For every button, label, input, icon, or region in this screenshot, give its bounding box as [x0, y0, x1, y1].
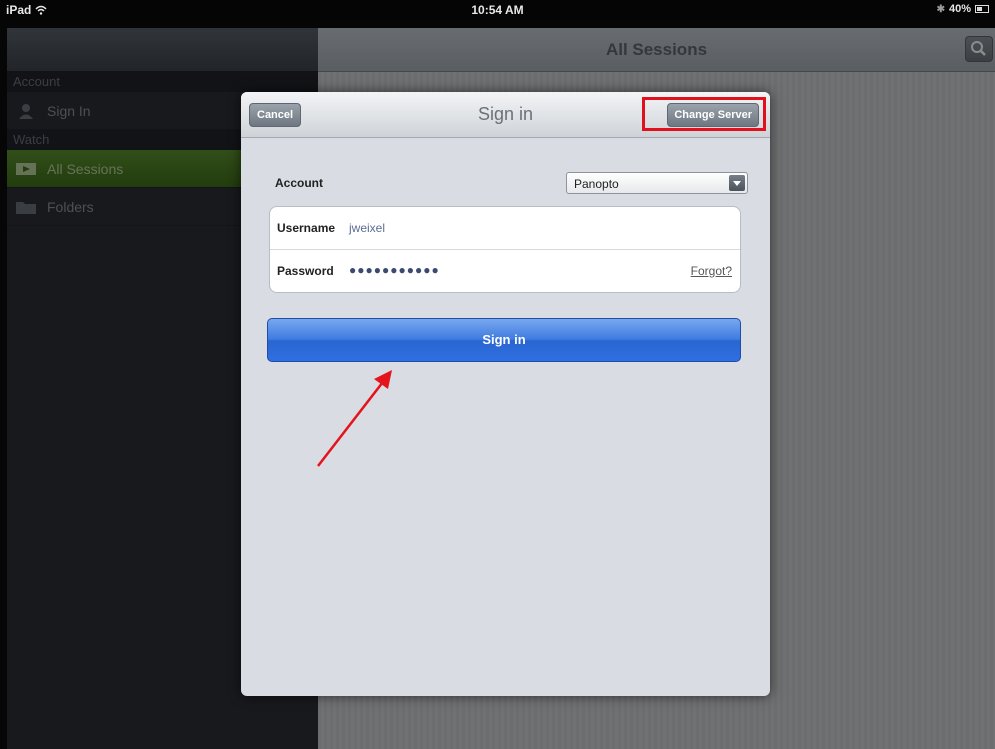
- username-field[interactable]: Username jweixel: [270, 207, 740, 250]
- sign-in-dialog: Cancel Sign in Change Server Account Pan…: [241, 92, 770, 696]
- dialog-header: Cancel Sign in Change Server: [241, 92, 770, 138]
- account-label: Account: [275, 176, 323, 190]
- account-select[interactable]: Panopto: [566, 172, 748, 194]
- status-bar: iPad 10:54 AM ✱ 40%: [0, 0, 995, 20]
- bluetooth-icon: ✱: [936, 3, 945, 15]
- password-input[interactable]: ●●●●●●●●●●●: [349, 263, 440, 277]
- battery-icon: [975, 5, 989, 13]
- username-label: Username: [277, 221, 336, 235]
- forgot-password-link[interactable]: Forgot?: [691, 264, 732, 278]
- battery-percent: 40%: [948, 3, 971, 15]
- sign-in-button[interactable]: Sign in: [267, 318, 741, 362]
- chevron-down-icon: [729, 175, 745, 191]
- change-server-button[interactable]: Change Server: [667, 103, 759, 127]
- status-time: 10:54 AM: [471, 3, 524, 17]
- ipad-screen: iPad 10:54 AM ✱ 40% Account Sign In Watc…: [0, 0, 995, 749]
- credentials-group: Username jweixel Password ●●●●●●●●●●● Fo…: [269, 206, 741, 293]
- account-row: Account Panopto: [275, 172, 755, 196]
- username-input[interactable]: jweixel: [349, 221, 385, 235]
- password-field[interactable]: Password ●●●●●●●●●●● Forgot?: [270, 250, 740, 293]
- password-label: Password: [277, 264, 334, 278]
- account-select-value: Panopto: [574, 177, 619, 191]
